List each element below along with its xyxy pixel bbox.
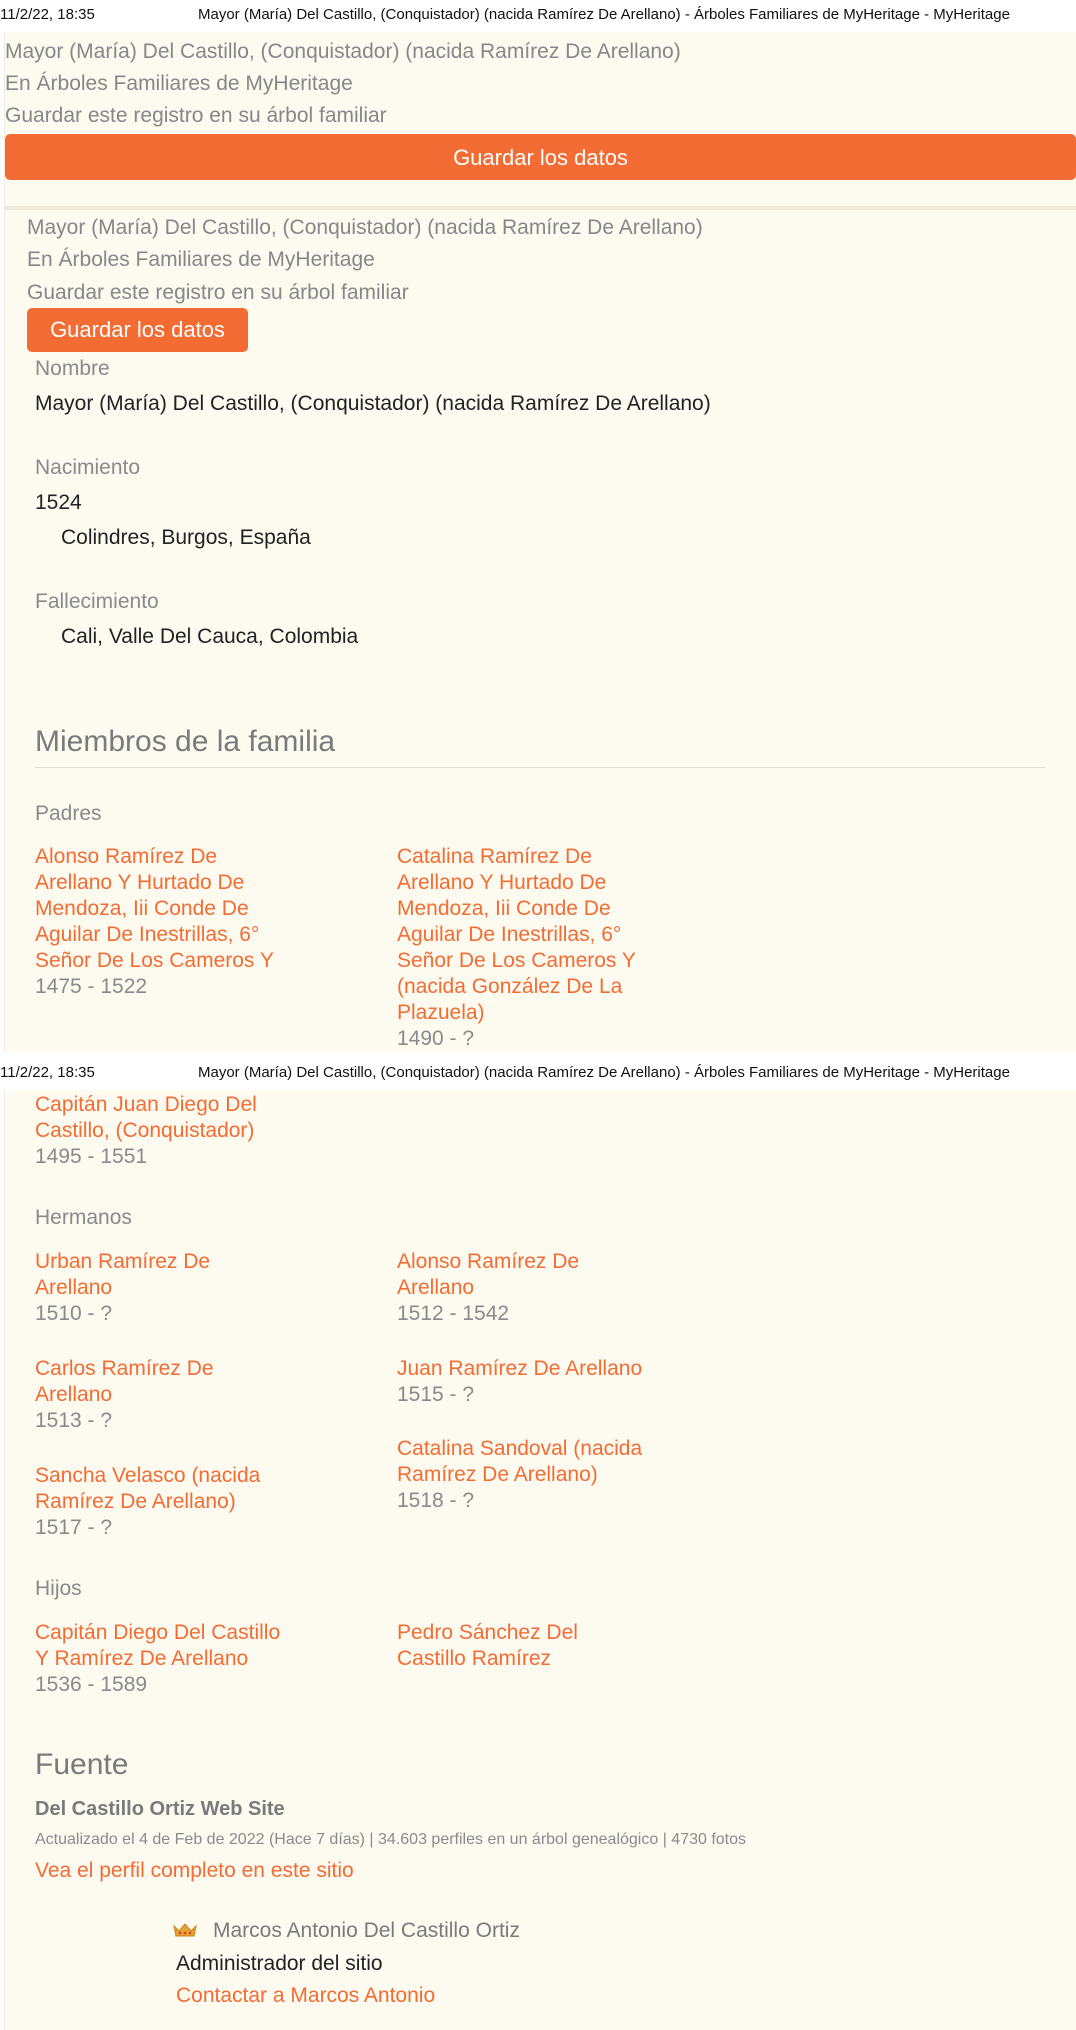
birth-place: Colindres, Burgos, España (61, 526, 311, 549)
parent-card: Catalina Ramírez De Arellano Y Hurtado D… (397, 844, 697, 1052)
spouse-years: 1495 - 1551 (35, 1145, 148, 1168)
parents-label: Padres (35, 802, 102, 825)
sibling-link[interactable]: Carlos Ramírez De Arellano (35, 1356, 335, 1408)
sibling-years: 1512 - 1542 (397, 1302, 510, 1325)
sibling-years: 1510 - ? (35, 1302, 113, 1325)
heading-rule (35, 767, 1045, 768)
sibling-link[interactable]: Urban Ramírez De Arellano (35, 1249, 335, 1301)
page-1: Mayor (María) Del Castillo, (Conquistado… (4, 32, 1076, 1052)
divider (5, 206, 1076, 210)
name-label: Nombre (35, 357, 110, 380)
source-meta: Actualizado el 4 de Feb de 2022 (Hace 7 … (35, 1831, 747, 1848)
sibling-years: 1518 - ? (397, 1489, 475, 1512)
sibling-link[interactable]: Catalina Sandoval (nacida Ramírez De Are… (397, 1436, 697, 1488)
death-place: Cali, Valle Del Cauca, Colombia (61, 625, 359, 648)
admin-role: Administrador del sitio (176, 1952, 383, 1975)
parent-link[interactable]: Alonso Ramírez De Arellano Y Hurtado De … (35, 844, 335, 974)
sibling-card: Catalina Sandoval (nacida Ramírez De Are… (397, 1436, 697, 1514)
sibling-card: Sancha Velasco (nacida Ramírez De Arella… (35, 1463, 335, 1541)
name-value: Mayor (María) Del Castillo, (Conquistado… (35, 392, 711, 415)
full-profile-link[interactable]: Vea el perfil completo en este sitio (35, 1858, 354, 1884)
print-date: 11/2/22, 18:35 (0, 6, 95, 23)
banner-in-trees: En Árboles Familiares de MyHeritage (5, 72, 353, 95)
child-link[interactable]: Capitán Diego Del Castillo Y Ramírez De … (35, 1620, 335, 1672)
print-header: 11/2/22, 18:35 Mayor (María) Del Castill… (0, 1058, 1076, 1088)
children-label: Hijos (35, 1577, 82, 1600)
parent-years: 1490 - ? (397, 1027, 475, 1050)
parent-years: 1475 - 1522 (35, 975, 148, 998)
save-data-button-wide[interactable]: Guardar los datos (5, 134, 1076, 180)
print-title: Mayor (María) Del Castillo, (Conquistado… (198, 1064, 1010, 1081)
page-2: Capitán Juan Diego Del Castillo, (Conqui… (4, 1090, 1076, 2030)
parent-link[interactable]: Catalina Ramírez De Arellano Y Hurtado D… (397, 844, 697, 1026)
crown-icon (173, 1922, 197, 1938)
admin-name: Marcos Antonio Del Castillo Ortiz (213, 1919, 520, 1942)
birth-label: Nacimiento (35, 456, 141, 479)
sibling-card: Urban Ramírez De Arellano 1510 - ? (35, 1249, 335, 1327)
sibling-link[interactable]: Alonso Ramírez De Arellano (397, 1249, 697, 1301)
banner-name: Mayor (María) Del Castillo, (Conquistado… (5, 40, 681, 63)
print-header: 11/2/22, 18:35 Mayor (María) Del Castill… (0, 0, 1076, 30)
sibling-years: 1513 - ? (35, 1409, 113, 1432)
siblings-label: Hermanos (35, 1206, 132, 1229)
spouse-link[interactable]: Capitán Juan Diego Del Castillo, (Conqui… (35, 1092, 335, 1144)
contact-admin-link[interactable]: Contactar a Marcos Antonio (176, 1983, 435, 2009)
print-title: Mayor (María) Del Castillo, (Conquistado… (198, 6, 1010, 23)
sibling-link[interactable]: Sancha Velasco (nacida Ramírez De Arella… (35, 1463, 335, 1515)
child-years: 1536 - 1589 (35, 1673, 148, 1696)
child-card: Pedro Sánchez Del Castillo Ramírez (397, 1620, 697, 1672)
print-date: 11/2/22, 18:35 (0, 1064, 95, 1081)
banner-save-hint: Guardar este registro en su árbol famili… (5, 104, 387, 127)
save-data-button[interactable]: Guardar los datos (27, 308, 248, 352)
birth-year: 1524 (35, 491, 82, 514)
sibling-link[interactable]: Juan Ramírez De Arellano (397, 1356, 697, 1382)
source-heading: Fuente (35, 1748, 129, 1781)
banner2-name: Mayor (María) Del Castillo, (Conquistado… (27, 216, 703, 239)
parent-card: Alonso Ramírez De Arellano Y Hurtado De … (35, 844, 335, 1000)
banner2-save-hint: Guardar este registro en su árbol famili… (27, 281, 409, 304)
sibling-card: Alonso Ramírez De Arellano 1512 - 1542 (397, 1249, 697, 1327)
family-heading: Miembros de la familia (35, 725, 336, 758)
spouse-card: Capitán Juan Diego Del Castillo, (Conqui… (35, 1092, 335, 1170)
child-link[interactable]: Pedro Sánchez Del Castillo Ramírez (397, 1620, 697, 1672)
sibling-card: Juan Ramírez De Arellano 1515 - ? (397, 1356, 697, 1408)
sibling-card: Carlos Ramírez De Arellano 1513 - ? (35, 1356, 335, 1434)
source-site-name: Del Castillo Ortiz Web Site (35, 1798, 285, 1820)
banner2-in-trees: En Árboles Familiares de MyHeritage (27, 248, 375, 271)
sibling-years: 1517 - ? (35, 1516, 113, 1539)
sibling-years: 1515 - ? (397, 1383, 475, 1406)
death-label: Fallecimiento (35, 590, 159, 613)
child-card: Capitán Diego Del Castillo Y Ramírez De … (35, 1620, 335, 1698)
